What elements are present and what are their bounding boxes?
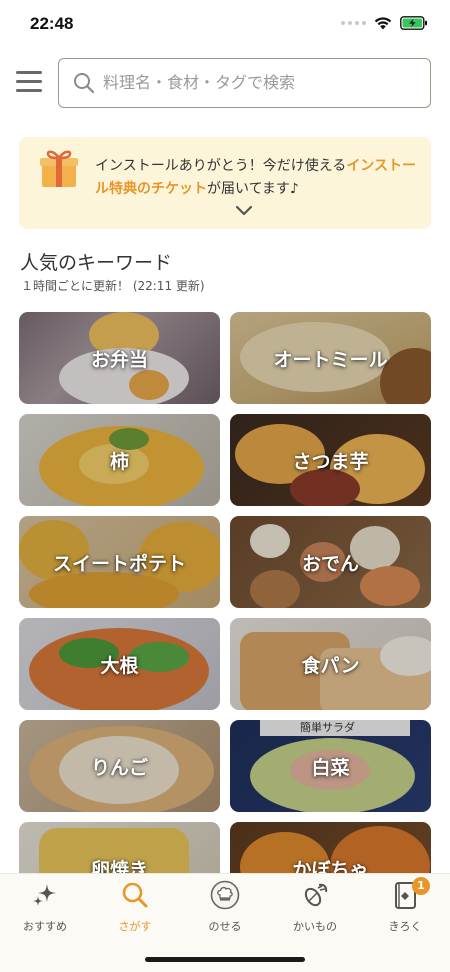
tab-label: かいもの bbox=[293, 920, 337, 933]
keyword-tile[interactable]: さつま芋 bbox=[230, 414, 431, 506]
status-bar: 22:48 bbox=[0, 0, 450, 52]
search-icon bbox=[122, 882, 148, 908]
keyword-tile[interactable]: 食パン bbox=[230, 618, 431, 710]
tab-kaimono[interactable]: かいもの bbox=[270, 880, 360, 942]
promo-message: インストールありがとう！今だけ使えるインストール特典のチケットが届いてます♪ bbox=[95, 155, 425, 201]
tab-sagasu[interactable]: さがす bbox=[90, 880, 180, 942]
signal-dots-icon bbox=[341, 21, 366, 25]
notification-badge: 1 bbox=[412, 877, 430, 895]
vegetables-icon bbox=[304, 883, 328, 907]
tab-label: のせる bbox=[208, 920, 242, 933]
search-box[interactable] bbox=[58, 58, 431, 108]
keyword-label: 柿 bbox=[109, 450, 129, 473]
keyword-tile[interactable]: おでん bbox=[230, 516, 431, 608]
tab-kiroku[interactable]: 1 きろく bbox=[360, 877, 450, 942]
tab-label: さがす bbox=[118, 920, 152, 933]
keyword-tile[interactable]: 大根 bbox=[19, 618, 220, 710]
status-icons bbox=[341, 16, 428, 30]
keyword-label: お弁当 bbox=[90, 348, 148, 371]
keyword-label: 大根 bbox=[100, 654, 139, 677]
tab-label: おすすめ bbox=[23, 920, 67, 933]
sparkle-icon bbox=[33, 884, 56, 906]
keyword-label: おでん bbox=[301, 552, 359, 575]
keyword-tile[interactable]: お弁当 bbox=[19, 312, 220, 404]
promo-text-after: が届いてます♪ bbox=[207, 181, 299, 197]
keyword-tile[interactable]: オートミール bbox=[230, 312, 431, 404]
battery-charging-icon bbox=[400, 16, 427, 30]
wifi-icon bbox=[374, 16, 392, 29]
tab-noseru[interactable]: のせる bbox=[180, 880, 270, 942]
keyword-label: 食パン bbox=[301, 654, 360, 677]
status-time: 22:48 bbox=[30, 14, 74, 33]
popular-keywords-title: 人気のキーワード bbox=[20, 252, 173, 274]
keyword-label: さつま芋 bbox=[292, 450, 369, 473]
keyword-label: スイートポテト bbox=[52, 552, 186, 575]
keyword-label: 白菜 bbox=[311, 756, 350, 779]
top-bar bbox=[0, 56, 450, 110]
keyword-tile[interactable]: スイートポテト bbox=[19, 516, 220, 608]
keyword-tile[interactable]: りんご bbox=[19, 720, 220, 812]
keyword-label: りんご bbox=[90, 756, 148, 779]
install-ticket-banner[interactable]: インストールありがとう！今だけ使えるインストール特典のチケットが届いてます♪ bbox=[19, 137, 431, 229]
popular-keywords-update-note: １時間ごとに更新！ (22:11 更新) bbox=[21, 279, 205, 293]
promo-text-before: インストールありがとう！今だけ使える bbox=[95, 158, 347, 174]
tab-label: きろく bbox=[388, 920, 422, 933]
chef-hat-icon bbox=[210, 880, 240, 910]
gift-icon bbox=[40, 150, 78, 187]
search-input[interactable] bbox=[103, 59, 423, 106]
search-icon bbox=[74, 73, 95, 94]
keyword-label: オートミール bbox=[273, 348, 388, 371]
home-indicator bbox=[145, 957, 305, 962]
keyword-tile[interactable]: 柿 bbox=[19, 414, 220, 506]
tab-osusume[interactable]: おすすめ bbox=[0, 880, 90, 942]
chevron-down-icon[interactable] bbox=[235, 205, 253, 217]
menu-icon[interactable] bbox=[16, 70, 42, 92]
keyword-tile[interactable]: 簡単サラダ 白菜 bbox=[230, 720, 431, 812]
